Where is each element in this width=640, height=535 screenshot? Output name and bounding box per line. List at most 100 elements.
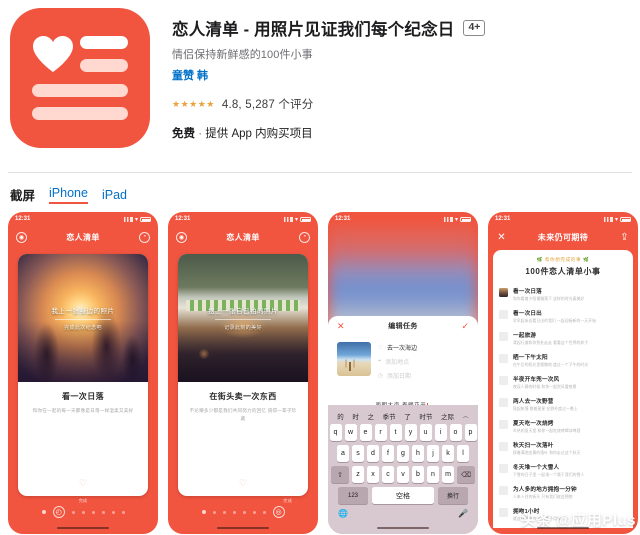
key-x[interactable]: x bbox=[367, 466, 379, 483]
key-f[interactable]: f bbox=[382, 445, 394, 462]
key-k[interactable]: k bbox=[442, 445, 454, 462]
clock-circle-icon[interactable]: ◔ bbox=[138, 231, 150, 243]
pager-dot[interactable] bbox=[212, 510, 216, 514]
list-item[interactable]: 一起旅游 背起行囊和你到处走走 看看这个世界的样子 bbox=[499, 327, 627, 349]
screenshot-4[interactable]: 12:31 ▾ ✕ 未来仍可期待 ⇪ 🌿 和你想完成的事 🌿 100件恋人清单小… bbox=[488, 212, 638, 534]
pager-dot[interactable] bbox=[101, 510, 105, 514]
refresh-icon[interactable]: ◎ bbox=[272, 506, 285, 518]
chevron-up-icon[interactable]: ︿ bbox=[463, 411, 469, 420]
key-z[interactable]: z bbox=[352, 466, 364, 483]
pager-dot[interactable] bbox=[222, 510, 226, 514]
globe-icon[interactable]: 🌐 bbox=[338, 509, 348, 518]
pager-dots[interactable]: ◎ bbox=[168, 506, 318, 518]
item-checkbox[interactable] bbox=[499, 419, 508, 429]
task-location-row[interactable]: ⌖ 添加地点 bbox=[378, 357, 469, 366]
task-title-row[interactable]: ♡ 去一次海边 bbox=[378, 343, 469, 353]
key-r[interactable]: r bbox=[374, 424, 387, 441]
key-enter[interactable]: 换行 bbox=[438, 487, 468, 504]
key-h[interactable]: h bbox=[412, 445, 424, 462]
screenshot-gallery[interactable]: 12:31 ▾ ◉ 恋人清单 ◔ 我上一张身边的照片 完成此次纪念吧 看一次日落… bbox=[0, 212, 640, 534]
item-checkbox[interactable] bbox=[499, 485, 508, 495]
person-circle-icon[interactable]: ◉ bbox=[16, 231, 27, 243]
key-s[interactable]: s bbox=[352, 445, 364, 462]
task-date-row[interactable]: ◷ 添加日期 bbox=[378, 371, 469, 381]
candidate[interactable]: 之际 bbox=[441, 411, 454, 421]
pager-dot[interactable] bbox=[232, 510, 236, 514]
key-u[interactable]: u bbox=[419, 424, 432, 441]
pager-dot[interactable] bbox=[121, 510, 125, 514]
list-item[interactable]: 看一次日落 和你看着夕阳慢慢落下 这样的时光真美好 bbox=[499, 283, 627, 305]
tab-ipad[interactable]: iPad bbox=[102, 188, 127, 204]
key-y[interactable]: y bbox=[404, 424, 417, 441]
task-card[interactable]: 我上一张身边的照片 完成此次纪念吧 看一次日落 和你在一起的每一天都像是日落一样… bbox=[18, 254, 148, 496]
pager-dot[interactable] bbox=[41, 510, 46, 514]
task-list[interactable]: 看一次日落 和你看着夕阳慢慢落下 这样的时光真美好 看一次日出 早早起床去看日出… bbox=[493, 283, 633, 528]
task-thumbnail[interactable] bbox=[337, 342, 371, 376]
key-q[interactable]: q bbox=[329, 424, 342, 441]
key-b[interactable]: b bbox=[412, 466, 424, 483]
tab-iphone[interactable]: iPhone bbox=[49, 186, 88, 204]
list-item[interactable]: 夏天吃一次烧烤 炎热的夏天里 和你一起吃烧烤喝冰啤酒 bbox=[499, 415, 627, 437]
pager-dot[interactable] bbox=[71, 510, 75, 514]
pager-dot[interactable] bbox=[111, 510, 115, 514]
screenshot-2[interactable]: 12:31 ▾ ◉ 恋人清单 ◔ 摆上一张自己拍的照片 记录此刻的美好 在街头卖… bbox=[168, 212, 318, 534]
pager-dot[interactable] bbox=[252, 510, 256, 514]
task-card[interactable]: 摆上一张自己拍的照片 记录此刻的美好 在街头卖一次东西 不论赚多少都是我们共同努… bbox=[178, 254, 308, 496]
key-numbers[interactable]: 123 bbox=[338, 487, 368, 504]
candidate[interactable]: 的 bbox=[337, 411, 344, 421]
key-o[interactable]: o bbox=[449, 424, 462, 441]
pager-dot[interactable] bbox=[262, 510, 266, 514]
item-checkbox[interactable] bbox=[499, 441, 508, 451]
list-item[interactable]: 为人多的地方拥抱一分钟 人来人往的街头 只有我们彼此拥抱 bbox=[499, 481, 627, 503]
list-item[interactable]: 看一次日出 早早起床去看日出的我们 一起迎接新的一天开始 bbox=[499, 305, 627, 327]
candidate[interactable]: 时 bbox=[352, 411, 359, 421]
list-item[interactable]: 半夜开车兜一次风 夜深人静的时候 和你一起兜风看夜景 bbox=[499, 371, 627, 393]
list-item[interactable]: 冬天堆一个大雪人 下雪的日子里 一起堆一个属于我们的雪人 bbox=[499, 459, 627, 481]
item-checkbox[interactable] bbox=[499, 397, 508, 407]
key-a[interactable]: a bbox=[337, 445, 349, 462]
key-g[interactable]: g bbox=[397, 445, 409, 462]
key-i[interactable]: i bbox=[434, 424, 447, 441]
microphone-icon[interactable]: 🎤 bbox=[458, 509, 468, 518]
pager-dot[interactable] bbox=[242, 510, 246, 514]
screenshot-3[interactable]: 12:31 ▾ ✕ 编辑任务 ✓ ♡ 去一次海边 ⌖ 添加地点 ◷ 添加日期 的… bbox=[328, 212, 478, 534]
list-item[interactable]: 两人去一次野营 搭起帐篷 数着星星 在野外度过一晚上 bbox=[499, 393, 627, 415]
list-panel[interactable]: 🌿 和你想完成的事 🌿 100件恋人清单小事 看一次日落 和你看着夕阳慢慢落下 … bbox=[493, 250, 633, 528]
close-icon[interactable]: ✕ bbox=[337, 321, 345, 332]
item-checkbox[interactable] bbox=[499, 309, 508, 319]
key-j[interactable]: j bbox=[427, 445, 439, 462]
share-icon[interactable]: ⇪ bbox=[619, 232, 630, 243]
person-circle-icon[interactable]: ◉ bbox=[176, 231, 187, 243]
pager-dot[interactable] bbox=[81, 510, 85, 514]
item-checkbox[interactable] bbox=[499, 507, 508, 517]
pager-dots[interactable]: ◴ bbox=[8, 506, 158, 518]
candidate[interactable]: 时节 bbox=[419, 411, 432, 421]
list-item[interactable]: 晒一下午太阳 在午后的阳光里慵懒地 度过一个下午的时光 bbox=[499, 349, 627, 371]
pager-dot[interactable] bbox=[91, 510, 95, 514]
key-p[interactable]: p bbox=[464, 424, 477, 441]
key-d[interactable]: d bbox=[367, 445, 379, 462]
item-checkbox[interactable] bbox=[499, 463, 508, 473]
key-e[interactable]: e bbox=[359, 424, 372, 441]
check-icon[interactable]: ✓ bbox=[461, 321, 469, 332]
clock-icon[interactable]: ◴ bbox=[52, 506, 65, 518]
list-item[interactable]: 秋天扫一次落叶 踩着满地金黄的落叶 和你走过这个秋天 bbox=[499, 437, 627, 459]
candidate[interactable]: 了 bbox=[404, 411, 411, 421]
item-checkbox[interactable] bbox=[499, 353, 508, 363]
key-space[interactable]: 空格 bbox=[372, 487, 434, 504]
key-n[interactable]: n bbox=[427, 466, 439, 483]
key-l[interactable]: l bbox=[457, 445, 469, 462]
item-checkbox[interactable] bbox=[499, 331, 508, 341]
item-checkbox[interactable] bbox=[499, 375, 508, 385]
key-m[interactable]: m bbox=[442, 466, 454, 483]
pager-dot[interactable] bbox=[201, 510, 206, 514]
key-t[interactable]: t bbox=[389, 424, 402, 441]
shift-icon[interactable]: ⇧ bbox=[331, 466, 349, 483]
heart-outline-icon[interactable]: ♡ bbox=[178, 478, 308, 489]
heart-outline-icon[interactable]: ♡ bbox=[18, 478, 148, 489]
key-w[interactable]: w bbox=[344, 424, 357, 441]
candidate[interactable]: 季节 bbox=[383, 411, 396, 421]
keyboard[interactable]: 的 时 之 季节 了 时节 之际 ︿ q w e r t y u i o p a… bbox=[328, 405, 478, 534]
close-icon[interactable]: ✕ bbox=[496, 232, 507, 243]
candidate-bar[interactable]: 的 时 之 季节 了 时节 之际 ︿ bbox=[328, 407, 478, 424]
